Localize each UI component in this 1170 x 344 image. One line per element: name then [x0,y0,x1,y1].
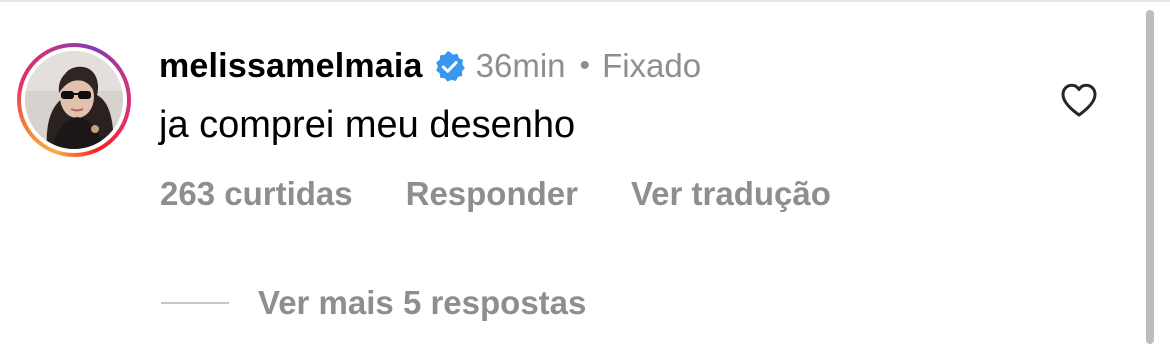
reply-button[interactable]: Responder [406,175,578,213]
likes-count-button[interactable]: 263 curtidas [160,175,353,213]
separator-dot: • [579,49,591,82]
view-replies-label: Ver mais 5 respostas [258,284,587,321]
replies-divider-line [161,302,229,304]
avatar-image [25,51,123,149]
comment-text: ja comprei meu desenho [159,104,576,146]
pinned-label: Fixado [602,47,702,84]
avatar[interactable] [25,51,123,149]
view-replies-button[interactable]: Ver mais 5 respostas [161,280,586,326]
see-translation-button[interactable]: Ver tradução [631,175,831,213]
username-link[interactable]: melissamelmaia [159,47,423,86]
verified-badge-icon [433,50,466,83]
comment-timestamp: 36min [475,47,566,84]
heart-outline-icon[interactable] [1060,82,1098,118]
top-divider [0,0,1170,2]
scrollbar[interactable] [1146,10,1154,344]
comment-actions: 263 curtidas Responder Ver tradução [160,170,831,218]
comment-header: melissamelmaia 36min • Fixado [159,44,701,88]
avatar-story-ring[interactable] [17,43,131,157]
